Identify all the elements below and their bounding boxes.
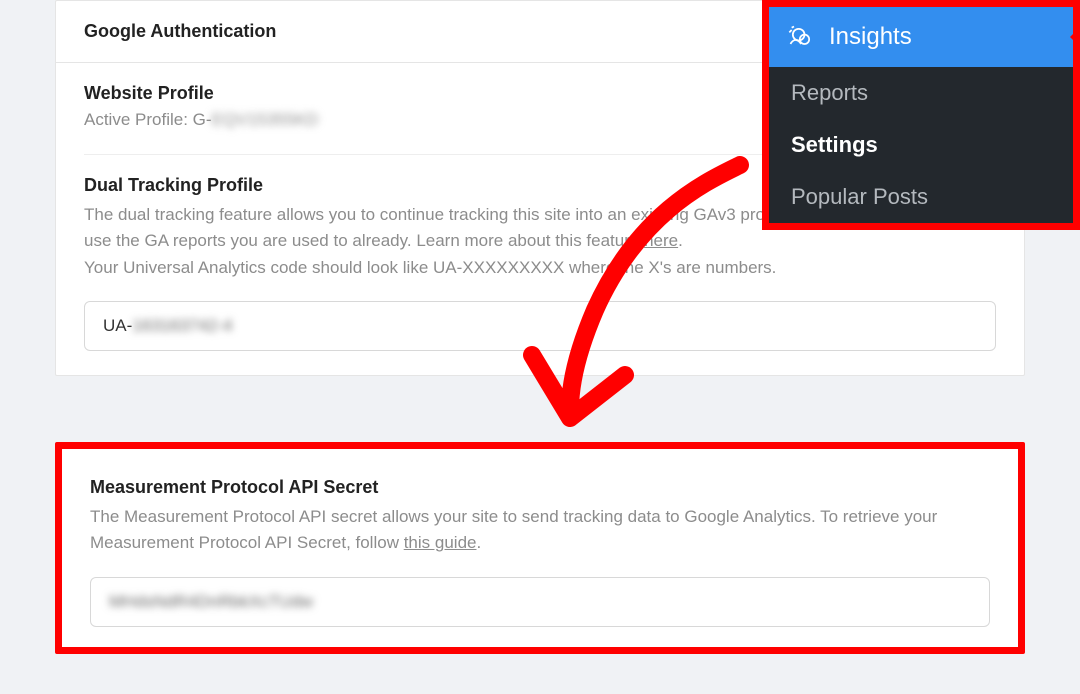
api-secret-input[interactable]: MHdsNdR4DnRbkXcTUdw bbox=[90, 577, 990, 627]
api-secret-period: . bbox=[476, 533, 481, 552]
sidebar-brand-label: Insights bbox=[829, 23, 912, 51]
insights-icon bbox=[787, 23, 815, 51]
sidebar-item-settings[interactable]: Settings bbox=[769, 119, 1073, 171]
api-secret-title: Measurement Protocol API Secret bbox=[90, 477, 990, 498]
active-profile-label: Active Profile: bbox=[84, 110, 193, 129]
api-secret-section: Measurement Protocol API Secret The Meas… bbox=[55, 442, 1025, 654]
active-profile-value-blurred: EQV15355KD bbox=[212, 110, 319, 129]
sidebar-item-reports[interactable]: Reports bbox=[769, 67, 1073, 119]
ua-value-blurred: 163163742-4 bbox=[132, 316, 232, 335]
sidebar-item-popular-posts[interactable]: Popular Posts bbox=[769, 171, 1073, 223]
active-profile-prefix: G- bbox=[193, 110, 212, 129]
api-secret-value-blurred: MHdsNdR4DnRbkXcTUdw bbox=[109, 592, 313, 611]
dual-tracking-desc2: Your Universal Analytics code should loo… bbox=[84, 258, 776, 277]
api-secret-guide-link[interactable]: this guide bbox=[404, 533, 477, 552]
ua-code-input[interactable]: UA-163163742-4 bbox=[84, 301, 996, 351]
ua-prefix: UA- bbox=[103, 316, 132, 335]
insights-sidebar: Insights Reports Settings Popular Posts bbox=[762, 0, 1080, 230]
api-secret-desc-text: The Measurement Protocol API secret allo… bbox=[90, 507, 937, 552]
api-secret-desc: The Measurement Protocol API secret allo… bbox=[90, 504, 990, 557]
dual-tracking-period: . bbox=[678, 231, 683, 250]
dual-tracking-here-link[interactable]: here bbox=[644, 231, 678, 250]
sidebar-brand[interactable]: Insights bbox=[769, 7, 1073, 67]
